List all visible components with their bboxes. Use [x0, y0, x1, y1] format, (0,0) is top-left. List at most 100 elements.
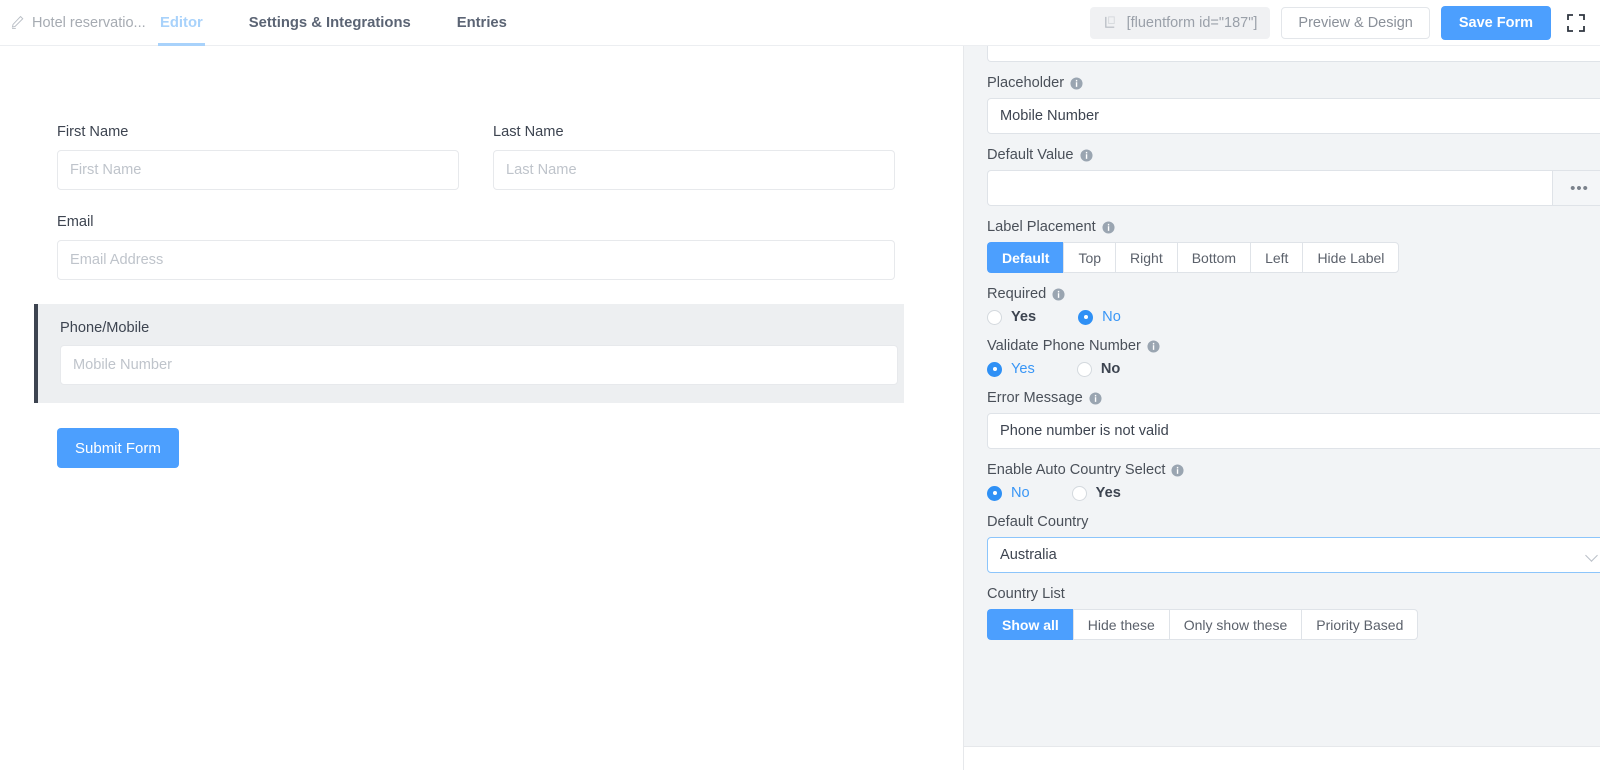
country-list-option-show-all[interactable]: Show all [987, 609, 1073, 640]
tab-editor-label: Editor [160, 14, 203, 31]
info-icon[interactable] [1171, 463, 1185, 477]
scrolled-off-input[interactable] [987, 46, 1600, 62]
required-options: Yes No [987, 309, 1600, 325]
option-label: Hide these [1087, 616, 1155, 633]
country-list-option-priority-based[interactable]: Priority Based [1301, 609, 1419, 640]
fullscreen-icon[interactable] [1565, 12, 1587, 34]
option-label: Right [1130, 249, 1163, 266]
phone-mobile-input[interactable] [60, 345, 898, 385]
label-placement-option-default[interactable]: Default [987, 242, 1064, 273]
required-option-no[interactable]: No [1078, 309, 1121, 325]
label-placement-option-bottom[interactable]: Bottom [1176, 242, 1251, 273]
option-label: Bottom [1191, 249, 1237, 266]
setting-default-value: Default Value ••• [987, 147, 1600, 206]
label-placement-label-row: Label Placement [987, 219, 1600, 235]
setting-country-list: Country List Show all Hide these Only sh… [987, 586, 1600, 640]
name-row: First Name Last Name [57, 124, 906, 214]
option-label: No [1102, 309, 1121, 325]
chevron-down-icon [1585, 549, 1598, 562]
default-country-label-row: Default Country [987, 514, 1600, 530]
tab-settings-integrations[interactable]: Settings & Integrations [249, 0, 411, 46]
form-title[interactable]: Hotel reservatio... [10, 15, 160, 31]
tab-editor[interactable]: Editor [158, 0, 205, 46]
radio-icon [987, 309, 1002, 325]
setting-error-message: Error Message [987, 390, 1600, 449]
auto-country-option-yes[interactable]: Yes [1071, 485, 1121, 501]
error-message-input[interactable] [987, 413, 1600, 449]
info-icon[interactable] [1102, 220, 1115, 234]
tab-bar: Editor Settings & Integrations Entries [158, 0, 553, 46]
email-input[interactable] [57, 240, 895, 280]
setting-validate-phone: Validate Phone Number Yes No [987, 338, 1600, 377]
required-label: Required [987, 286, 1047, 302]
default-value-label-row: Default Value [987, 147, 1600, 163]
error-message-label-row: Error Message [987, 390, 1600, 406]
option-label: Yes [1011, 309, 1037, 325]
setting-auto-country-select: Enable Auto Country Select No Yes [987, 462, 1600, 501]
radio-icon [1078, 309, 1094, 325]
info-icon[interactable] [1089, 391, 1102, 405]
info-icon[interactable] [1070, 76, 1083, 90]
label-placement-option-top[interactable]: Top [1063, 242, 1116, 273]
default-value-more-button[interactable]: ••• [1552, 170, 1600, 206]
form-title-text: Hotel reservatio... [32, 14, 146, 31]
placeholder-input[interactable] [987, 98, 1600, 134]
default-value-label: Default Value [987, 147, 1074, 163]
validate-phone-option-no[interactable]: No [1076, 361, 1120, 377]
required-option-yes[interactable]: Yes [987, 309, 1036, 325]
validate-phone-options: Yes No [987, 361, 1600, 377]
radio-icon [987, 361, 1002, 377]
country-list-option-only-show-these[interactable]: Only show these [1168, 609, 1302, 640]
last-name-label: Last Name [493, 124, 564, 140]
field-phone-mobile-selected[interactable]: Phone/Mobile [34, 304, 904, 403]
validate-phone-label-row: Validate Phone Number [987, 338, 1600, 354]
country-list-label-row: Country List [987, 586, 1600, 602]
info-icon[interactable] [1080, 148, 1093, 162]
auto-country-label-row: Enable Auto Country Select [987, 462, 1600, 478]
save-form-button[interactable]: Save Form [1440, 5, 1551, 40]
shortcode-badge[interactable]: [fluentform id="187"] [1089, 6, 1271, 39]
info-icon[interactable] [1147, 339, 1160, 353]
submit-form-label: Submit Form [75, 439, 161, 457]
radio-icon [987, 485, 1002, 501]
email-label: Email [57, 214, 94, 230]
submit-form-button[interactable]: Submit Form [57, 428, 179, 468]
option-label: Only show these [1183, 616, 1288, 633]
validate-phone-option-yes[interactable]: Yes [987, 361, 1035, 377]
top-bar: Hotel reservatio... Editor Settings & In… [0, 0, 1600, 46]
first-name-input[interactable] [57, 150, 459, 190]
auto-country-option-no[interactable]: No [987, 485, 1030, 501]
label-placement-option-right[interactable]: Right [1115, 242, 1177, 273]
last-name-input[interactable] [493, 150, 895, 190]
more-dots-icon: ••• [1570, 179, 1589, 197]
placeholder-label-row: Placeholder [987, 75, 1600, 91]
label-placement-option-hide-label[interactable]: Hide Label [1302, 242, 1400, 273]
info-icon[interactable] [1052, 287, 1065, 301]
option-label: Yes [1095, 485, 1121, 501]
placeholder-label: Placeholder [987, 75, 1065, 91]
first-name-label: First Name [57, 124, 129, 140]
default-value-input[interactable] [987, 170, 1552, 206]
save-form-label: Save Form [1458, 14, 1533, 31]
country-list-label: Country List [987, 586, 1065, 602]
country-list-options: Show all Hide these Only show these Prio… [987, 609, 1600, 640]
radio-icon [1071, 485, 1087, 501]
preview-design-label: Preview & Design [1298, 14, 1413, 31]
label-placement-option-left[interactable]: Left [1250, 242, 1303, 273]
setting-placeholder: Placeholder [987, 75, 1600, 134]
option-label: Priority Based [1316, 616, 1404, 633]
auto-country-label: Enable Auto Country Select [987, 462, 1166, 478]
option-label: Top [1078, 249, 1102, 266]
setting-label-placement: Label Placement Default Top Right Bottom… [987, 219, 1600, 273]
label-placement-label: Label Placement [987, 219, 1096, 235]
preview-design-button[interactable]: Preview & Design [1281, 6, 1430, 39]
tab-entries[interactable]: Entries [457, 0, 507, 46]
field-first-name: First Name [57, 124, 459, 190]
country-list-option-hide-these[interactable]: Hide these [1072, 609, 1169, 640]
default-country-select[interactable]: Australia [987, 537, 1600, 573]
default-country-label: Default Country [987, 514, 1089, 530]
validate-phone-label: Validate Phone Number [987, 338, 1141, 354]
option-label: Default [1002, 249, 1050, 266]
default-value-row: ••• [987, 170, 1600, 206]
tab-entries-label: Entries [456, 14, 507, 31]
